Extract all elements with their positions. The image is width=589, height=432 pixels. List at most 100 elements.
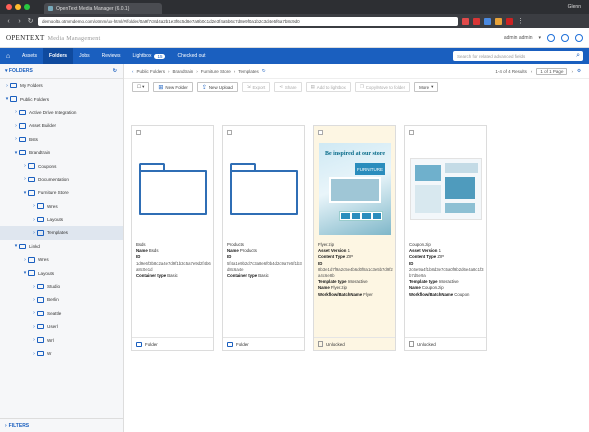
tree-item[interactable]: › My Folders (0, 79, 123, 92)
folder-thumbnail[interactable] (136, 141, 210, 237)
chevron-left-icon[interactable]: ‹ (531, 69, 533, 74)
nav-folders[interactable]: Folders (43, 48, 74, 64)
refresh-icon[interactable]: ↻ (262, 68, 266, 74)
extension-icon[interactable] (462, 17, 469, 25)
tree-item-label: Public Folders (20, 96, 50, 102)
close-window-button[interactable] (6, 4, 12, 10)
chevron-down-icon[interactable]: ▾ (538, 35, 541, 41)
folder-card[interactable]: Bsds Name Bsds ID 1d9e6f3b8c2a4e7d9f1b3c… (131, 125, 214, 351)
breadcrumb-item[interactable]: Brandtrain (173, 69, 194, 74)
folder-icon (230, 163, 298, 215)
nav-checked-out[interactable]: Checked out (171, 48, 211, 64)
home-icon[interactable]: ⌂ (0, 53, 16, 60)
folder-icon (19, 136, 26, 142)
menu-icon[interactable]: ⋮ (517, 17, 524, 25)
settings-icon[interactable]: ⚙ (577, 68, 581, 74)
more-button[interactable]: More ▾ (414, 82, 439, 92)
tree-item[interactable]: › Asset Builder (0, 119, 123, 132)
folder-icon (28, 270, 35, 276)
tree-item[interactable]: › Coupons (0, 159, 123, 172)
share-button[interactable]: ⋖ Share (274, 82, 302, 92)
extension-icon[interactable] (473, 17, 480, 25)
nav-assets[interactable]: Assets (16, 48, 43, 64)
refresh-icon[interactable]: ↻ (113, 68, 117, 74)
tree-item[interactable]: › Userl (0, 320, 123, 333)
new-upload-button[interactable]: ⇪ New Upload (196, 82, 238, 92)
tree-item[interactable]: › Documentation (0, 173, 123, 186)
tree-item[interactable]: ▾ Linkd (0, 240, 123, 253)
tree-item[interactable]: › Wres (0, 253, 123, 266)
asset-card[interactable]: Be inspired at our store FURNITURE Flyer… (313, 125, 396, 351)
search-input[interactable]: Search for related advanced fields ⌕ (453, 51, 583, 61)
folder-card[interactable]: Products Name Products ID 5f4a1e9b2d7c3a… (222, 125, 305, 351)
browser-profile[interactable]: Glenn (568, 4, 581, 10)
card-checkbox[interactable] (318, 130, 323, 135)
folder-icon (19, 243, 26, 250)
breadcrumb-item[interactable]: Furniture Store (201, 69, 231, 74)
card-checkbox[interactable] (136, 130, 141, 135)
breadcrumb-item[interactable]: Public Folders (137, 69, 166, 74)
extension-icon[interactable] (495, 17, 502, 25)
maximize-window-button[interactable] (24, 4, 30, 10)
nav-jobs[interactable]: Jobs (73, 48, 96, 64)
reload-icon[interactable]: ↻ (27, 17, 34, 25)
settings-icon[interactable] (547, 33, 555, 42)
tree-item[interactable]: › W (0, 347, 123, 360)
browser-tab[interactable]: OpenText Media Manager (6.0.1) (44, 3, 162, 14)
lightbox-icon: ▤ (310, 84, 315, 89)
tree-item[interactable]: › Seattle (0, 307, 123, 320)
help-icon[interactable] (575, 33, 583, 42)
tree-item-label: Layouts (47, 217, 64, 223)
url-input[interactable]: demooltx.otmmdemo.com/otmm/ux-html/#/fol… (38, 16, 458, 26)
app-header: OPENTEXT Media Management admin admin ▾ (0, 28, 589, 48)
minimize-window-button[interactable] (15, 4, 21, 10)
user-menu[interactable]: admin admin (504, 35, 533, 41)
asset-card[interactable]: Coupon.zip Asset Version 1 Content Type … (404, 125, 487, 351)
page-selector[interactable]: 1 of 1 Page (536, 67, 568, 75)
folder-icon (227, 341, 233, 347)
nav-reviews[interactable]: Reviews (96, 48, 127, 64)
card-checkbox[interactable] (409, 130, 414, 135)
folder-sidebar: ▾ FOLDERS ↻ › My Folders ▾ Public Folders › A… (0, 64, 124, 432)
tree-item[interactable]: › Studio (0, 280, 123, 293)
folder-icon (10, 96, 17, 102)
chevron-right-icon[interactable]: › (571, 69, 573, 74)
collapse-icon[interactable]: ‹ (132, 69, 134, 74)
tree-item[interactable]: › Layouts (0, 213, 123, 226)
select-all-checkbox[interactable]: ☐ ▾ (132, 82, 150, 92)
tree-item[interactable]: ▾ Brandtrain (0, 146, 123, 159)
tree-item[interactable]: ▾ Public Folders (0, 92, 123, 105)
asset-thumbnail[interactable]: Be inspired at our store FURNITURE (318, 141, 392, 237)
window-controls (6, 4, 30, 10)
extension-icon[interactable] (506, 17, 513, 25)
folder-tree: › My Folders ▾ Public Folders › Active Drive … (0, 79, 123, 360)
nav-lightbox[interactable]: Lightbox 15 (127, 48, 172, 64)
export-button[interactable]: ⇲ Export (241, 82, 271, 92)
extension-icon[interactable] (484, 17, 491, 25)
back-icon[interactable]: ‹ (5, 18, 12, 25)
preview-controls[interactable] (339, 211, 383, 221)
search-icon[interactable]: ⌕ (576, 52, 580, 60)
share-icon: ⋖ (279, 84, 283, 89)
tree-item[interactable]: › Active Drive Integration (0, 106, 123, 119)
folder-thumbnail[interactable] (227, 141, 301, 237)
tree-item[interactable]: › Bsts (0, 133, 123, 146)
tree-item[interactable]: › Templates (0, 226, 123, 240)
tree-item-label: Furniture Store (38, 190, 69, 196)
new-folder-button[interactable]: ⊞ New Folder (153, 82, 193, 92)
add-to-lightbox-button[interactable]: ▤ Add to lightbox (305, 82, 351, 92)
copy-move-button[interactable]: ❐ Copy/Move to folder (354, 82, 411, 92)
tree-item[interactable]: ▾ Layouts (0, 266, 123, 279)
tree-item[interactable]: › Wrl (0, 333, 123, 346)
filters-header[interactable]: › FILTERS (0, 418, 124, 432)
tree-item[interactable]: › Berlin (0, 293, 123, 306)
forward-icon[interactable]: › (16, 18, 23, 25)
asset-thumbnail[interactable] (409, 141, 483, 237)
tree-item-label: W (47, 351, 52, 356)
tree-item[interactable]: › Wres (0, 200, 123, 213)
folder-icon (136, 341, 142, 347)
folders-header[interactable]: ▾ FOLDERS ↻ (0, 64, 123, 79)
refresh-icon[interactable] (561, 33, 569, 42)
card-checkbox[interactable] (227, 130, 232, 135)
tree-item[interactable]: ▾ Furniture Store (0, 186, 123, 199)
